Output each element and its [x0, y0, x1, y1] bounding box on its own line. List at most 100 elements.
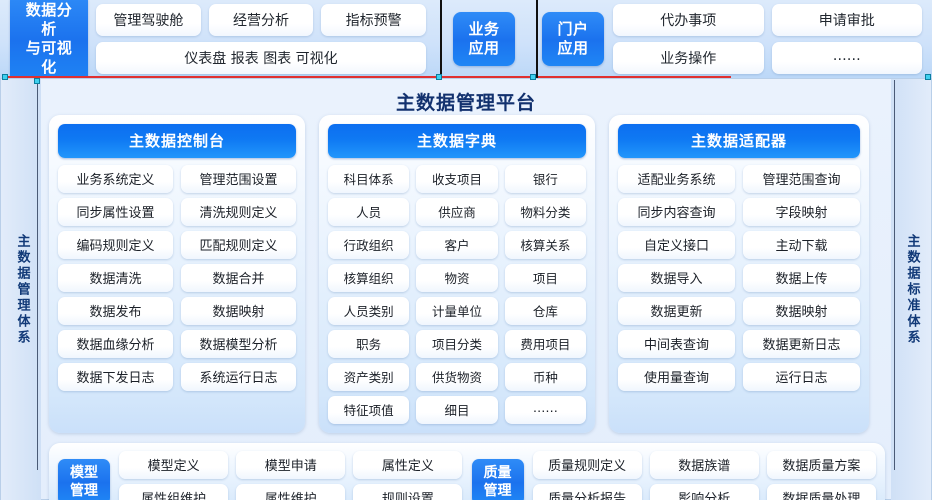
- chip-model-3[interactable]: 属性组维护: [119, 484, 229, 500]
- chip-adapter-4[interactable]: 自定义接口: [618, 231, 735, 259]
- pill-portal-more[interactable]: ……: [771, 42, 922, 74]
- chip-dict-7[interactable]: 客户: [416, 231, 498, 259]
- tag-portal-application[interactable]: 门户 应用: [542, 12, 604, 66]
- chip-adapter-8[interactable]: 数据更新: [618, 297, 735, 325]
- chip-console-5[interactable]: 匹配规则定义: [181, 231, 296, 259]
- left-rail-label: 主数据管理体系: [14, 234, 30, 346]
- tag-model-management[interactable]: 模型 管理: [58, 458, 110, 500]
- tag-quality-management[interactable]: 质量 管理: [471, 458, 524, 500]
- chip-dict-18[interactable]: 资产类别: [328, 363, 410, 391]
- portal-pill-row-2: 业务操作 ……: [613, 42, 922, 74]
- tag-business-line1: 业务: [468, 20, 500, 38]
- chip-model-0[interactable]: 模型定义: [119, 451, 229, 479]
- tag-business-application[interactable]: 业务 应用: [453, 12, 515, 66]
- chip-adapter-10[interactable]: 中间表查询: [618, 330, 735, 358]
- chip-dict-23[interactable]: ……: [504, 396, 586, 424]
- chip-model-4[interactable]: 属性维护: [236, 484, 346, 500]
- chip-dict-16[interactable]: 项目分类: [416, 330, 498, 358]
- card-adapter-grid: 适配业务系统 管理范围查询 同步内容查询 字段映射 自定义接口 主动下载 数据导…: [618, 165, 860, 391]
- chip-dict-13[interactable]: 计量单位: [416, 297, 498, 325]
- chip-model-5[interactable]: 规则设置: [353, 484, 463, 500]
- chip-console-1[interactable]: 管理范围设置: [181, 165, 296, 193]
- chip-adapter-12[interactable]: 使用量查询: [618, 363, 735, 391]
- chip-console-7[interactable]: 数据合并: [181, 264, 296, 292]
- chip-adapter-2[interactable]: 同步内容查询: [618, 198, 735, 226]
- tag-data-analytics[interactable]: 数据分析 与可视化: [10, 0, 88, 85]
- card-console-header: 主数据控制台: [58, 124, 296, 158]
- chip-adapter-9[interactable]: 数据映射: [743, 297, 860, 325]
- chip-adapter-11[interactable]: 数据更新日志: [743, 330, 860, 358]
- chip-quality-1[interactable]: 数据族谱: [649, 451, 759, 479]
- chip-quality-3[interactable]: 质量分析报告: [532, 484, 642, 500]
- chip-adapter-3[interactable]: 字段映射: [743, 198, 860, 226]
- chip-dict-21[interactable]: 特征项值: [328, 396, 410, 424]
- tag-data-analytics-line2: 与可视化: [25, 39, 73, 76]
- card-row: 主数据控制台 业务系统定义 管理范围设置 同步属性设置 清洗规则定义 编码规则定…: [49, 115, 885, 433]
- chip-console-3[interactable]: 清洗规则定义: [181, 198, 296, 226]
- chip-quality-0[interactable]: 质量规则定义: [532, 451, 642, 479]
- chip-console-2[interactable]: 同步属性设置: [58, 198, 173, 226]
- chip-dict-20[interactable]: 币种: [504, 363, 586, 391]
- pill-apply-approval[interactable]: 申请审批: [771, 4, 922, 36]
- chip-adapter-1[interactable]: 管理范围查询: [743, 165, 860, 193]
- card-adapter-header: 主数据适配器: [618, 124, 860, 158]
- portal-pill-row-1: 代办事项 申请审批: [613, 4, 922, 36]
- chip-adapter-7[interactable]: 数据上传: [743, 264, 860, 292]
- analytics-pill-column: 管理驾驶舱 经营分析 指标预警 仪表盘 报表 图表 可视化: [96, 4, 427, 74]
- chip-console-12[interactable]: 数据下发日志: [58, 363, 173, 391]
- chip-dict-9[interactable]: 核算组织: [328, 264, 410, 292]
- selection-handle-e[interactable]: [925, 74, 931, 80]
- pill-business-operation[interactable]: 业务操作: [613, 42, 764, 74]
- chip-dict-15[interactable]: 职务: [328, 330, 410, 358]
- chip-console-4[interactable]: 编码规则定义: [58, 231, 173, 259]
- chip-dict-10[interactable]: 物资: [416, 264, 498, 292]
- chip-dict-1[interactable]: 收支项目: [416, 165, 498, 193]
- chip-dict-2[interactable]: 银行: [504, 165, 586, 193]
- tag-business-line2: 应用: [468, 39, 500, 57]
- chip-dict-6[interactable]: 行政组织: [328, 231, 410, 259]
- analytics-pill-row-1: 管理驾驶舱 经营分析 指标预警: [96, 4, 427, 36]
- chip-dict-5[interactable]: 物料分类: [504, 198, 586, 226]
- tag-portal-line1: 门户: [557, 20, 589, 38]
- chip-console-10[interactable]: 数据血缘分析: [58, 330, 173, 358]
- chip-quality-5[interactable]: 数据质量处理: [766, 484, 876, 500]
- chip-dict-11[interactable]: 项目: [504, 264, 586, 292]
- chip-dict-3[interactable]: 人员: [328, 198, 410, 226]
- chip-model-1[interactable]: 模型申请: [236, 451, 346, 479]
- selection-handle-biz[interactable]: [530, 74, 536, 80]
- chip-adapter-5[interactable]: 主动下载: [743, 231, 860, 259]
- chip-model-2[interactable]: 属性定义: [353, 451, 463, 479]
- pill-operation-analysis[interactable]: 经营分析: [208, 4, 314, 36]
- chip-console-6[interactable]: 数据清洗: [58, 264, 173, 292]
- right-rail-master-data-standard-system: 主数据标准体系: [891, 79, 931, 500]
- chip-dict-19[interactable]: 供货物资: [416, 363, 498, 391]
- chip-dict-12[interactable]: 人员类别: [328, 297, 410, 325]
- chip-dict-8[interactable]: 核算关系: [504, 231, 586, 259]
- chip-dict-17[interactable]: 费用项目: [504, 330, 586, 358]
- pill-todo-items[interactable]: 代办事项: [613, 4, 764, 36]
- selection-handle-se[interactable]: [436, 74, 442, 80]
- chip-adapter-6[interactable]: 数据导入: [618, 264, 735, 292]
- pill-management-cockpit[interactable]: 管理驾驶舱: [96, 4, 201, 36]
- chip-dict-14[interactable]: 仓库: [504, 297, 586, 325]
- segment-model-management: 模型 管理 模型定义 模型申请 属性定义 属性组维护 属性维护 规则设置: [58, 451, 463, 500]
- pill-indicator-alert[interactable]: 指标预警: [321, 4, 427, 36]
- chip-quality-4[interactable]: 影响分析: [649, 484, 759, 500]
- chip-console-0[interactable]: 业务系统定义: [58, 165, 173, 193]
- chip-console-8[interactable]: 数据发布: [58, 297, 173, 325]
- chip-adapter-0[interactable]: 适配业务系统: [618, 165, 735, 193]
- pill-dashboard-report-chart-visual[interactable]: 仪表盘 报表 图表 可视化: [96, 42, 426, 74]
- chip-dict-0[interactable]: 科目体系: [328, 165, 410, 193]
- left-rail-master-data-management-system: 主数据管理体系: [1, 79, 41, 500]
- selection-handle-s1[interactable]: [34, 78, 40, 84]
- tag-quality-line2: 管理: [483, 482, 512, 499]
- chip-adapter-13[interactable]: 运行日志: [743, 363, 860, 391]
- card-dictionary-grid: 科目体系 收支项目 银行 人员 供应商 物料分类 行政组织 客户 核算关系 核算…: [328, 165, 586, 424]
- chip-console-9[interactable]: 数据映射: [181, 297, 296, 325]
- chip-dict-4[interactable]: 供应商: [416, 198, 498, 226]
- chip-dict-22[interactable]: 细目: [416, 396, 498, 424]
- chip-console-13[interactable]: 系统运行日志: [181, 363, 296, 391]
- selection-handle-sw[interactable]: [2, 74, 8, 80]
- chip-console-11[interactable]: 数据模型分析: [181, 330, 296, 358]
- chip-quality-2[interactable]: 数据质量方案: [766, 451, 876, 479]
